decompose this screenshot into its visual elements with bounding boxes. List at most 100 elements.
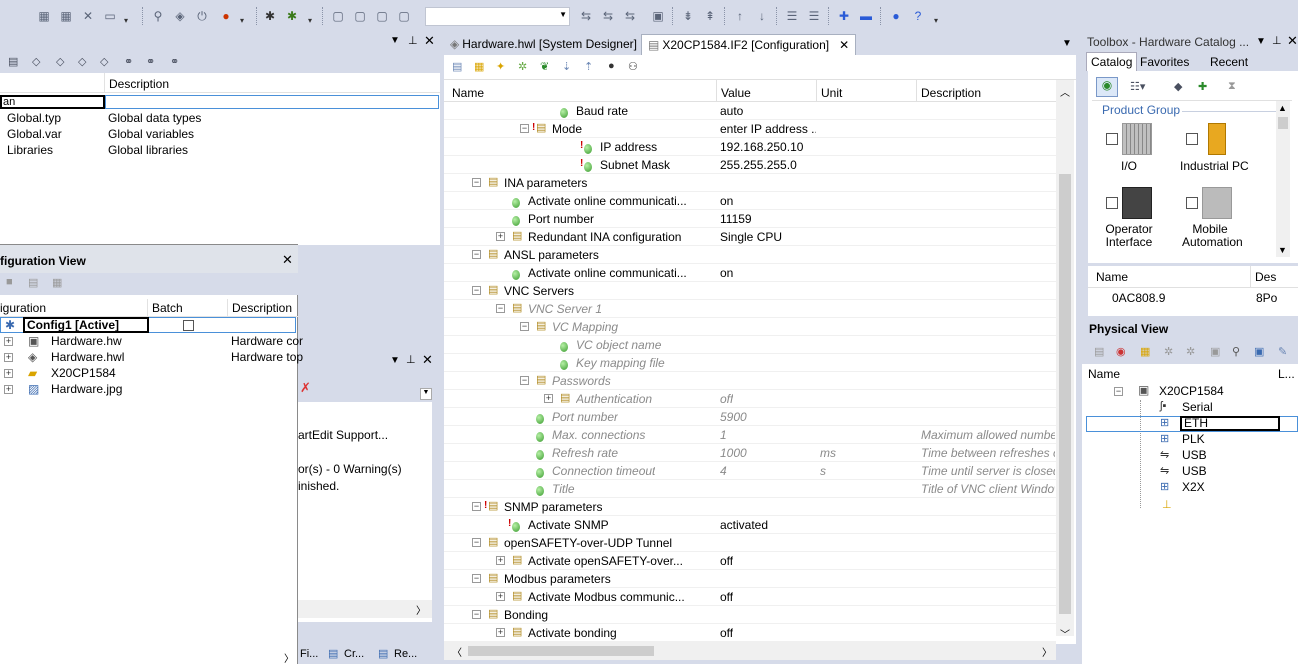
cell-value[interactable]: 192.168.250.10 [720,140,803,154]
clear-icon[interactable]: ✗ [300,380,311,396]
table-row[interactable]: Refresh rate 1000 ms Time between refreshes… [444,444,1056,462]
collapse-icon[interactable]: − [472,286,481,295]
open-icon[interactable]: ▦ [58,8,74,24]
cell-value[interactable]: 1 [720,428,727,442]
edit-icon[interactable]: ◇ [78,55,86,68]
grid-hscroll[interactable]: 〈 〉 [444,642,1056,660]
physical-item[interactable]: USB [1182,464,1207,478]
dropdown-icon[interactable]: ▼ [390,355,400,366]
traffic-light-icon[interactable]: ● [218,8,234,24]
table-row[interactable]: ! IP address 192.168.250.10 [444,138,1056,156]
search-icon[interactable]: ◆ [1174,80,1182,93]
scroll-left-icon[interactable]: 〈 [452,644,462,659]
list-icon[interactable]: ☰ [806,8,822,24]
expand-icon[interactable]: + [4,369,13,378]
view-options-icon[interactable]: ☷▾ [1130,80,1145,93]
expand-icon[interactable]: + [4,337,13,346]
table-row[interactable]: ! Subnet Mask 255.255.255.0 [444,156,1056,174]
table-row[interactable]: − ▤ VC Mapping [444,318,1056,336]
cell-value[interactable]: 11159 [720,212,752,226]
collapse-icon[interactable]: − [520,124,529,133]
table-row[interactable]: + ▤ Authentication off [444,390,1056,408]
sort-up-icon[interactable]: ⇡ [584,60,593,73]
cell-value[interactable]: 255.255.255.0 [720,158,797,172]
cell-value[interactable]: 4 [720,464,727,478]
pin-icon[interactable]: ⊥ [408,34,418,47]
grid-vscroll[interactable]: ︿ ﹀ [1056,80,1074,641]
catalog-filter-icon[interactable]: ◉ [1096,77,1118,97]
col-configuration[interactable]: iguration [0,301,46,315]
table-row[interactable]: − ▤ INA parameters [444,174,1056,192]
cell-value[interactable]: off [720,590,733,604]
expand-icon[interactable]: + [4,385,13,394]
table-row[interactable]: −! ▤ SNMP parameters [444,498,1056,516]
table-row[interactable]: + ▤ Activate bonding off [444,624,1056,642]
col-location[interactable]: L... [1278,367,1295,381]
dot-icon[interactable]: ● [608,60,615,72]
globe-icon[interactable]: ● [888,8,904,24]
close-icon[interactable]: ✕ [422,352,433,368]
tab-recent[interactable]: Recent [1206,54,1252,70]
collapse-icon[interactable]: − [472,250,481,259]
config-icon[interactable]: ✲ [1164,345,1173,358]
expand-icon[interactable]: + [4,353,13,362]
expand-icon[interactable]: + [544,394,553,403]
edit-icon[interactable]: ✎ [1278,345,1287,358]
list-item[interactable]: Global.var [7,127,62,141]
scroll-right-icon[interactable]: 〉 [284,650,294,664]
mobile-automation-checkbox[interactable] [1186,197,1198,209]
table-row[interactable]: + ▤ Activate openSAFETY-over... off [444,552,1056,570]
cell-value[interactable]: activated [720,518,768,532]
operator-interface-checkbox[interactable] [1106,197,1118,209]
expand-icon[interactable]: + [496,628,505,637]
table-row[interactable]: − ▤ VNC Server 1 [444,300,1056,318]
cell-value[interactable]: auto [720,104,743,118]
indent-icon[interactable]: ⇟ [680,8,696,24]
link-icon[interactable]: ⚭ [170,55,179,68]
list-item[interactable]: Global.typ [7,111,61,125]
table-icon[interactable]: ▦ [474,60,484,73]
cell-value[interactable]: on [720,194,733,208]
tree-item[interactable]: Hardware.jpg [51,382,122,396]
window-icon[interactable]: ▣ [650,8,666,24]
window-icon[interactable]: ▢ [330,8,346,24]
pin-icon[interactable]: ⊥ [406,353,416,366]
collapse-icon[interactable]: − [472,538,481,547]
delete-icon[interactable]: ✕ [80,8,96,24]
help-icon[interactable]: ? [910,8,926,24]
find-replace-icon[interactable]: ⇆ [622,8,638,24]
arrow-up-icon[interactable]: ↑ [732,8,748,24]
col-des[interactable]: Des [1250,266,1280,288]
tab-find[interactable]: Fi... [300,648,318,660]
tab-catalog[interactable]: Catalog [1086,52,1138,71]
expand-icon[interactable]: + [496,592,505,601]
collapse-icon[interactable]: − [520,322,529,331]
pin-icon[interactable]: ⊥ [1272,34,1282,47]
table-row[interactable]: Port number 11159 [444,210,1056,228]
tree-item[interactable]: Hardware.hwl [51,350,124,364]
table-row[interactable]: − ▤ ANSL parameters [444,246,1056,264]
network-icon[interactable]: ▣ [1254,345,1264,358]
expand-icon[interactable]: + [496,232,505,241]
industrial-pc-checkbox[interactable] [1186,133,1198,145]
scroll-down-icon[interactable]: ﹀ [1060,626,1070,641]
physical-item[interactable]: X2X [1182,480,1205,494]
cell-value[interactable]: off [720,554,733,568]
tab-cross-ref[interactable]: Cr... [344,648,364,660]
power-icon[interactable]: ⏻ [194,8,210,24]
col-name[interactable]: Name [1088,367,1120,381]
table-row[interactable]: + ▤ Redundant INA configuration Single CPU [444,228,1056,246]
link-icon[interactable]: ⚭ [146,55,155,68]
scroll-up-icon[interactable]: ▲ [1278,103,1287,113]
col-value[interactable]: Value [716,80,755,102]
table-icon[interactable]: ▦ [1140,345,1150,358]
col-unit[interactable]: Unit [816,80,846,102]
list-item[interactable]: Libraries [7,143,53,157]
indent-icon[interactable]: ⇞ [702,8,718,24]
desc-edit-field[interactable] [105,95,439,109]
cell-value[interactable]: off [720,626,733,640]
add-icon[interactable]: ✚ [836,8,852,24]
scroll-thumb[interactable] [1278,117,1288,129]
table-row[interactable]: Port number 5900 [444,408,1056,426]
io-checkbox[interactable] [1106,133,1118,145]
